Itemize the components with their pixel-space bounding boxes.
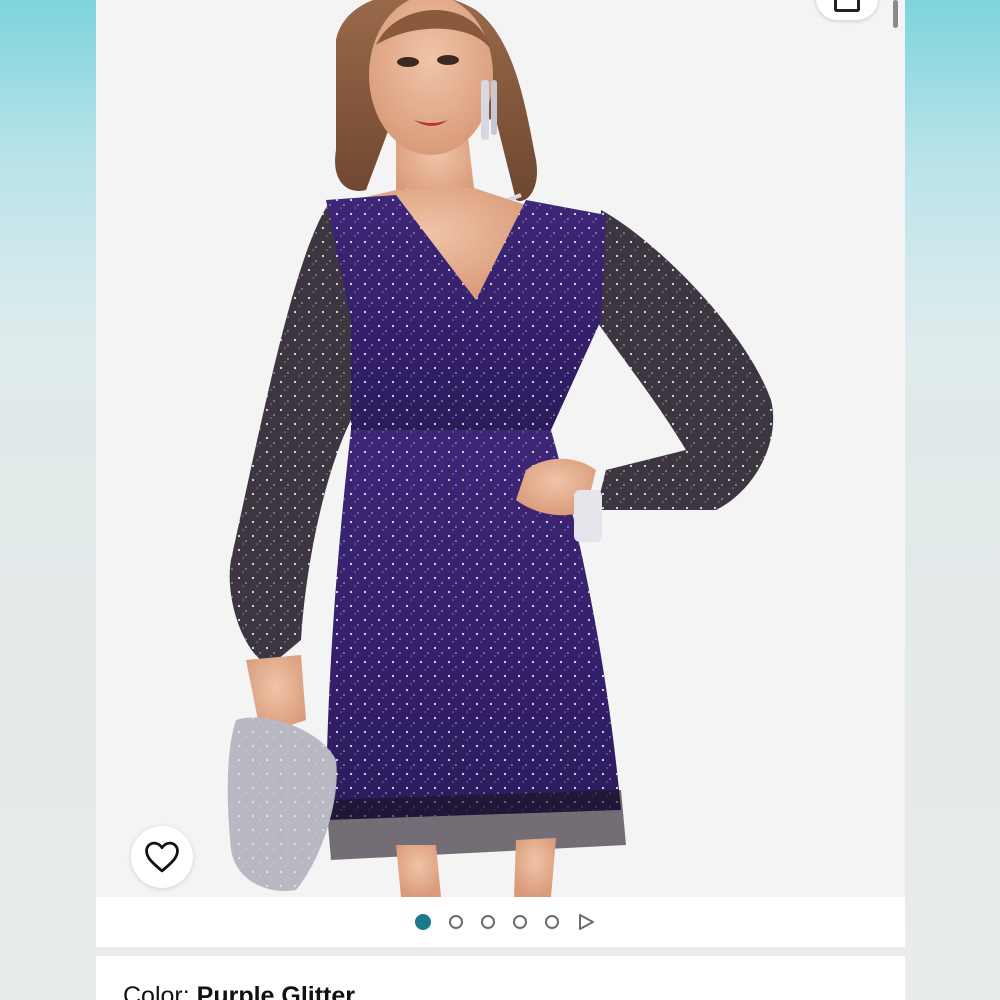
play-triangle-icon: [578, 914, 594, 930]
carousel-dot-1[interactable]: [414, 914, 431, 930]
video-play-indicator[interactable]: [577, 913, 595, 931]
carousel-dot-2[interactable]: [448, 915, 463, 929]
carousel-dot-3[interactable]: [480, 915, 495, 929]
dress-photo: [96, 0, 905, 897]
product-page: Color: Purple Glitter: [96, 0, 905, 1000]
share-icon: [834, 0, 860, 12]
background-right: [905, 0, 1000, 1000]
product-image[interactable]: [96, 0, 905, 897]
color-line: Color: Purple Glitter: [123, 982, 355, 1000]
color-selector: Color: Purple Glitter: [96, 956, 905, 1000]
carousel-dot-5[interactable]: [544, 915, 559, 929]
heart-outline-icon: [145, 841, 179, 873]
wishlist-button[interactable]: [131, 826, 193, 888]
color-value: Purple Glitter: [196, 982, 356, 1000]
carousel-indicator: [96, 897, 905, 947]
section-divider: [96, 947, 905, 956]
scrollbar[interactable]: [893, 0, 898, 28]
color-label: Color:: [123, 982, 197, 1000]
background-left: [0, 0, 96, 1000]
carousel-dot-4[interactable]: [512, 915, 527, 929]
